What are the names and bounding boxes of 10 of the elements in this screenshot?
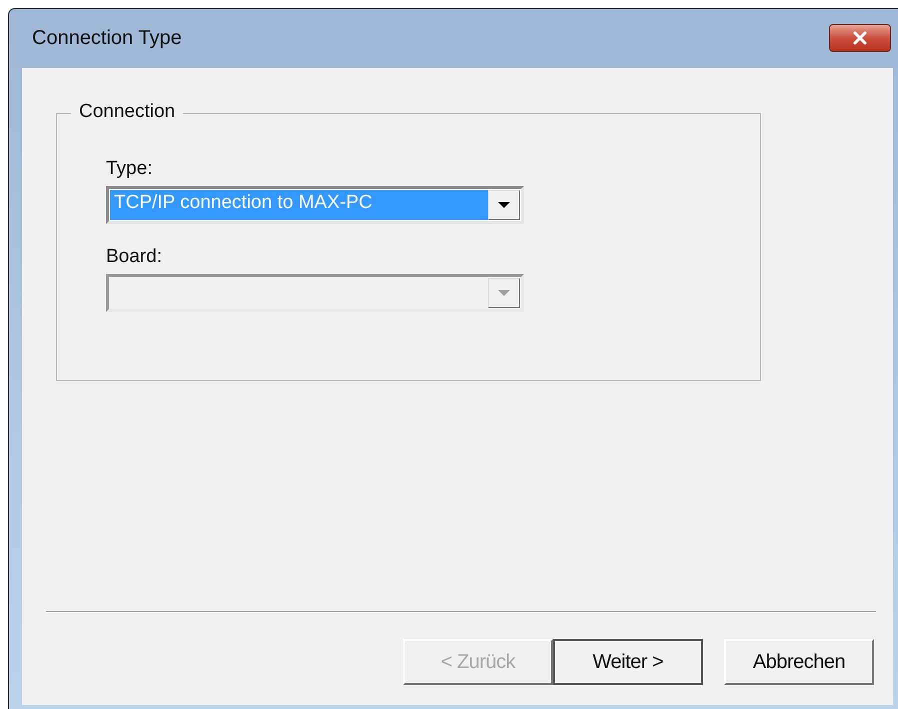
close-button[interactable] (829, 24, 891, 52)
dropdown-value: TCP/IP connection to MAX-PC (113, 191, 374, 215)
dropdown-arrow-icon (497, 201, 511, 209)
wizard-button[interactable]: Abbrechen (724, 639, 874, 685)
dropdown-arrow-icon (497, 289, 511, 297)
wizard-button[interactable]: Weiter > (553, 639, 703, 685)
close-icon (851, 30, 869, 44)
field-label: Type: (106, 158, 154, 180)
field-label: Board: (106, 246, 163, 268)
window-title: Connection Type (32, 27, 182, 50)
